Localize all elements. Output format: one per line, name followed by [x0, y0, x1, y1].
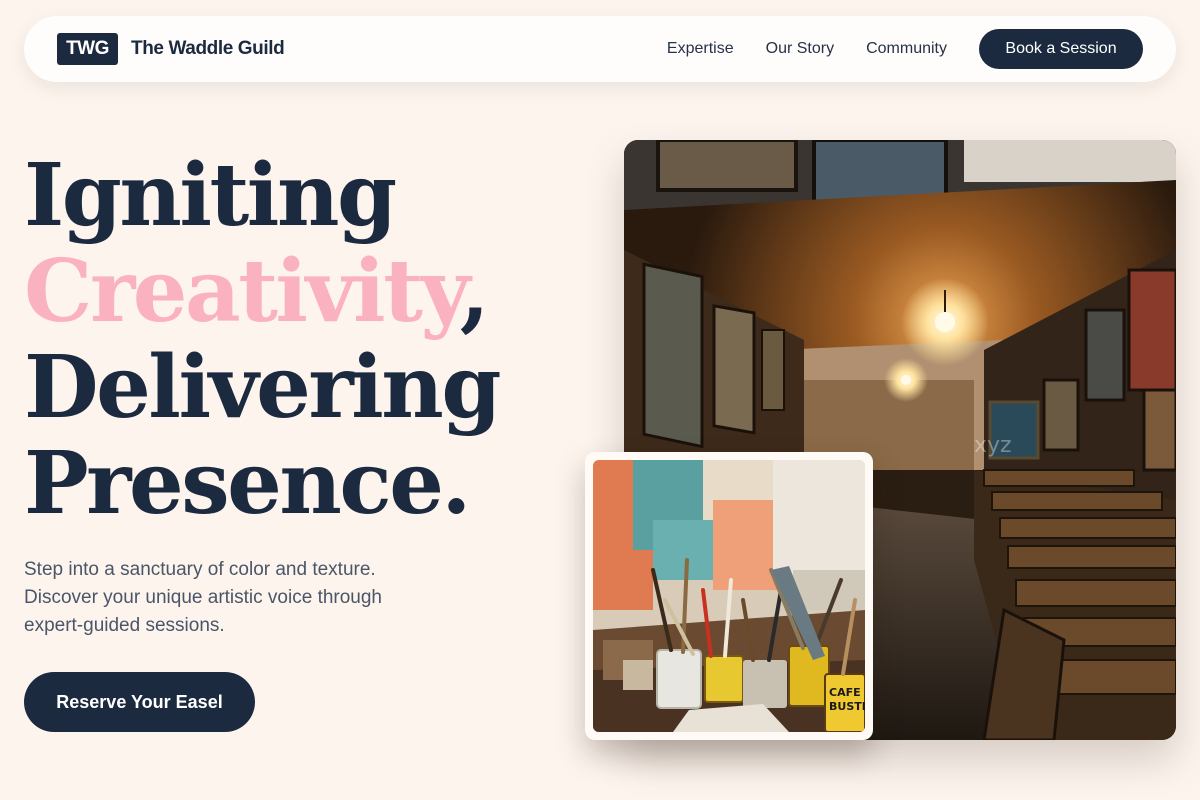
studio-supplies-card: CAFE BUSTE	[585, 452, 873, 740]
hero-title: Igniting Creativity, Delivering Presence…	[24, 145, 501, 534]
nav-links: Expertise Our Story Community Book a Ses…	[667, 29, 1143, 69]
hero-subtitle: Step into a sanctuary of color and textu…	[24, 556, 454, 640]
studio-supplies-image: CAFE BUSTE	[593, 460, 865, 732]
nav-link-expertise[interactable]: Expertise	[667, 40, 734, 58]
image-watermark: xyz	[974, 433, 1012, 458]
svg-text:CAFE: CAFE	[829, 686, 861, 699]
hero-subtitle-line: Discover your unique artistic voice thro…	[24, 587, 383, 608]
hero-title-line-1: Igniting	[24, 145, 397, 246]
svg-text:BUSTE: BUSTE	[829, 700, 865, 713]
hero-title-accent: Creativity	[24, 241, 462, 342]
logo-badge[interactable]: TWG	[57, 33, 118, 65]
nav-link-community[interactable]: Community	[866, 40, 947, 58]
hero-title-line-4: Presence.	[24, 433, 471, 534]
hero-title-line-2: Creativity,	[24, 244, 499, 340]
hero-subtitle-line: Step into a sanctuary of color and textu…	[24, 559, 376, 580]
book-session-button[interactable]: Book a Session	[979, 29, 1143, 69]
reserve-easel-button[interactable]: Reserve Your Easel	[24, 672, 255, 732]
hero-title-line-3: Delivering	[24, 337, 501, 438]
top-nav: TWG The Waddle Guild Expertise Our Story…	[24, 16, 1176, 82]
hero-title-comma: ,	[459, 241, 490, 342]
hero-subtitle-line: expert-guided sessions.	[24, 615, 225, 636]
nav-link-our-story[interactable]: Our Story	[766, 40, 834, 58]
brand-name[interactable]: The Waddle Guild	[131, 38, 285, 60]
